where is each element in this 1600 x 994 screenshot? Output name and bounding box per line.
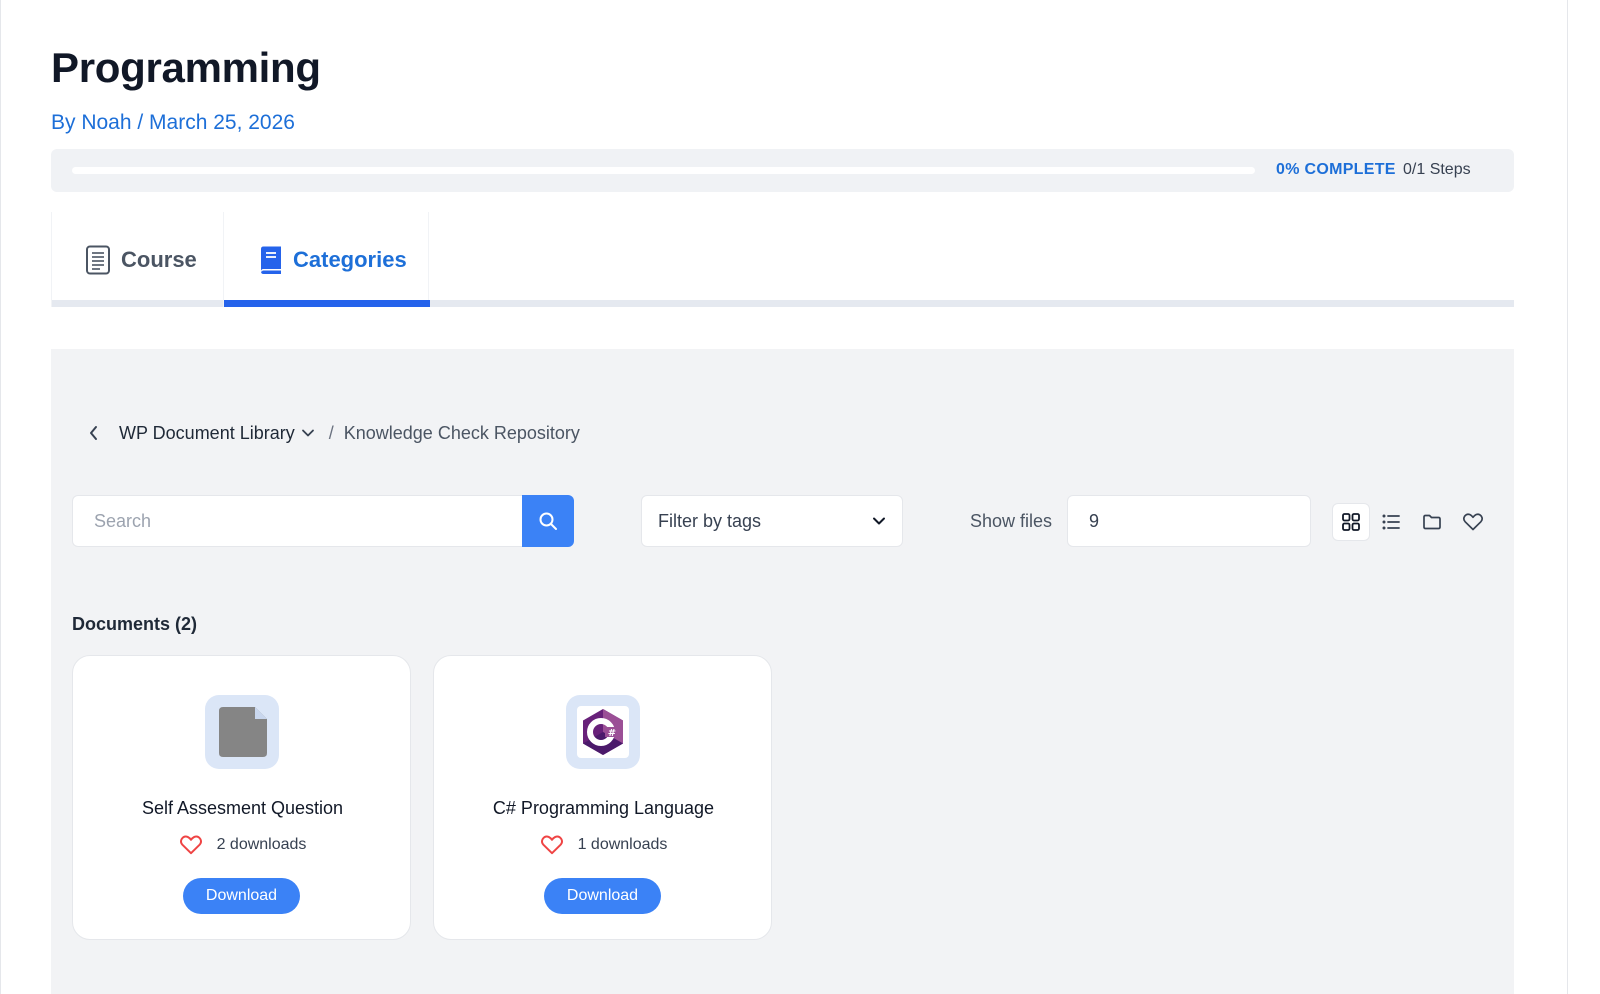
download-button[interactable]: Download — [544, 878, 661, 914]
breadcrumb-separator: / — [328, 422, 334, 443]
course-tabs: Course Categories — [51, 212, 1514, 307]
page-title: Programming — [51, 44, 321, 91]
download-button[interactable]: Download — [183, 878, 300, 914]
grid-view-icon — [1342, 513, 1360, 531]
tab-categories[interactable]: Categories — [223, 212, 430, 307]
breadcrumb-library-link[interactable]: WP Document Library — [119, 423, 295, 444]
show-files-input[interactable] — [1067, 495, 1311, 547]
book-icon — [257, 245, 283, 275]
document-name[interactable]: Self Assesment Question — [73, 798, 412, 819]
breadcrumb-current-folder: Knowledge Check Repository — [343, 422, 580, 443]
generic-file-icon — [219, 707, 267, 757]
search-button[interactable] — [522, 495, 574, 547]
tag-filter-value: Filter by tags — [658, 510, 762, 531]
favorites-view-button[interactable] — [1454, 503, 1492, 541]
csharp-logo-icon: # — [577, 706, 629, 758]
grid-view-button[interactable] — [1332, 503, 1370, 541]
show-files-label: Show files — [970, 511, 1053, 531]
heart-icon — [1462, 513, 1484, 531]
tab-course-label: Course — [121, 246, 197, 272]
search-bar — [72, 495, 574, 547]
folder-icon — [1423, 514, 1441, 530]
favorite-button[interactable] — [540, 834, 564, 856]
file-thumbnail[interactable]: # — [566, 695, 640, 769]
chevron-down-icon[interactable] — [301, 428, 315, 438]
document-icon — [85, 245, 111, 275]
download-count: 2 downloads — [216, 836, 307, 853]
tab-categories-label: Categories — [293, 246, 407, 272]
folder-view-button[interactable] — [1413, 503, 1451, 541]
list-view-icon — [1382, 514, 1400, 530]
list-view-button[interactable] — [1372, 503, 1410, 541]
download-count: 1 downloads — [577, 836, 668, 853]
heart-icon — [179, 835, 202, 855]
heart-icon — [540, 835, 563, 855]
back-button[interactable] — [82, 421, 106, 445]
favorite-button[interactable] — [179, 834, 203, 856]
document-meta: 1 downloads — [434, 834, 773, 856]
document-card: # C# Programming Language 1 downloads Do… — [433, 655, 772, 940]
document-name[interactable]: C# Programming Language — [434, 798, 773, 819]
document-meta: 2 downloads — [73, 834, 412, 856]
course-progress: 0% COMPLETE 0/1 Steps — [51, 149, 1514, 192]
svg-text:#: # — [608, 728, 616, 739]
progress-steps: 0/1 Steps — [1403, 161, 1471, 178]
chevron-left-icon — [90, 426, 97, 440]
documents-heading: Documents (2) — [72, 614, 198, 634]
post-byline: By Noah / March 25, 2026 — [51, 111, 295, 134]
breadcrumb: WP Document Library / Knowledge Check Re… — [82, 421, 580, 445]
document-library-panel: WP Document Library / Knowledge Check Re… — [51, 349, 1514, 994]
progress-bar — [72, 167, 1255, 174]
search-icon — [539, 512, 557, 530]
progress-percent: 0% COMPLETE — [1276, 161, 1396, 178]
file-thumbnail[interactable] — [205, 695, 279, 769]
page-edge-divider — [1567, 0, 1568, 994]
search-input[interactable] — [72, 495, 522, 547]
active-tab-indicator — [224, 300, 430, 307]
document-card: Self Assesment Question 2 downloads Down… — [72, 655, 411, 940]
chevron-down-icon — [873, 517, 885, 525]
tab-course[interactable]: Course — [51, 212, 223, 307]
tag-filter-select[interactable]: Filter by tags — [641, 495, 903, 547]
page: Programming By Noah / March 25, 2026 0% … — [0, 0, 1600, 994]
